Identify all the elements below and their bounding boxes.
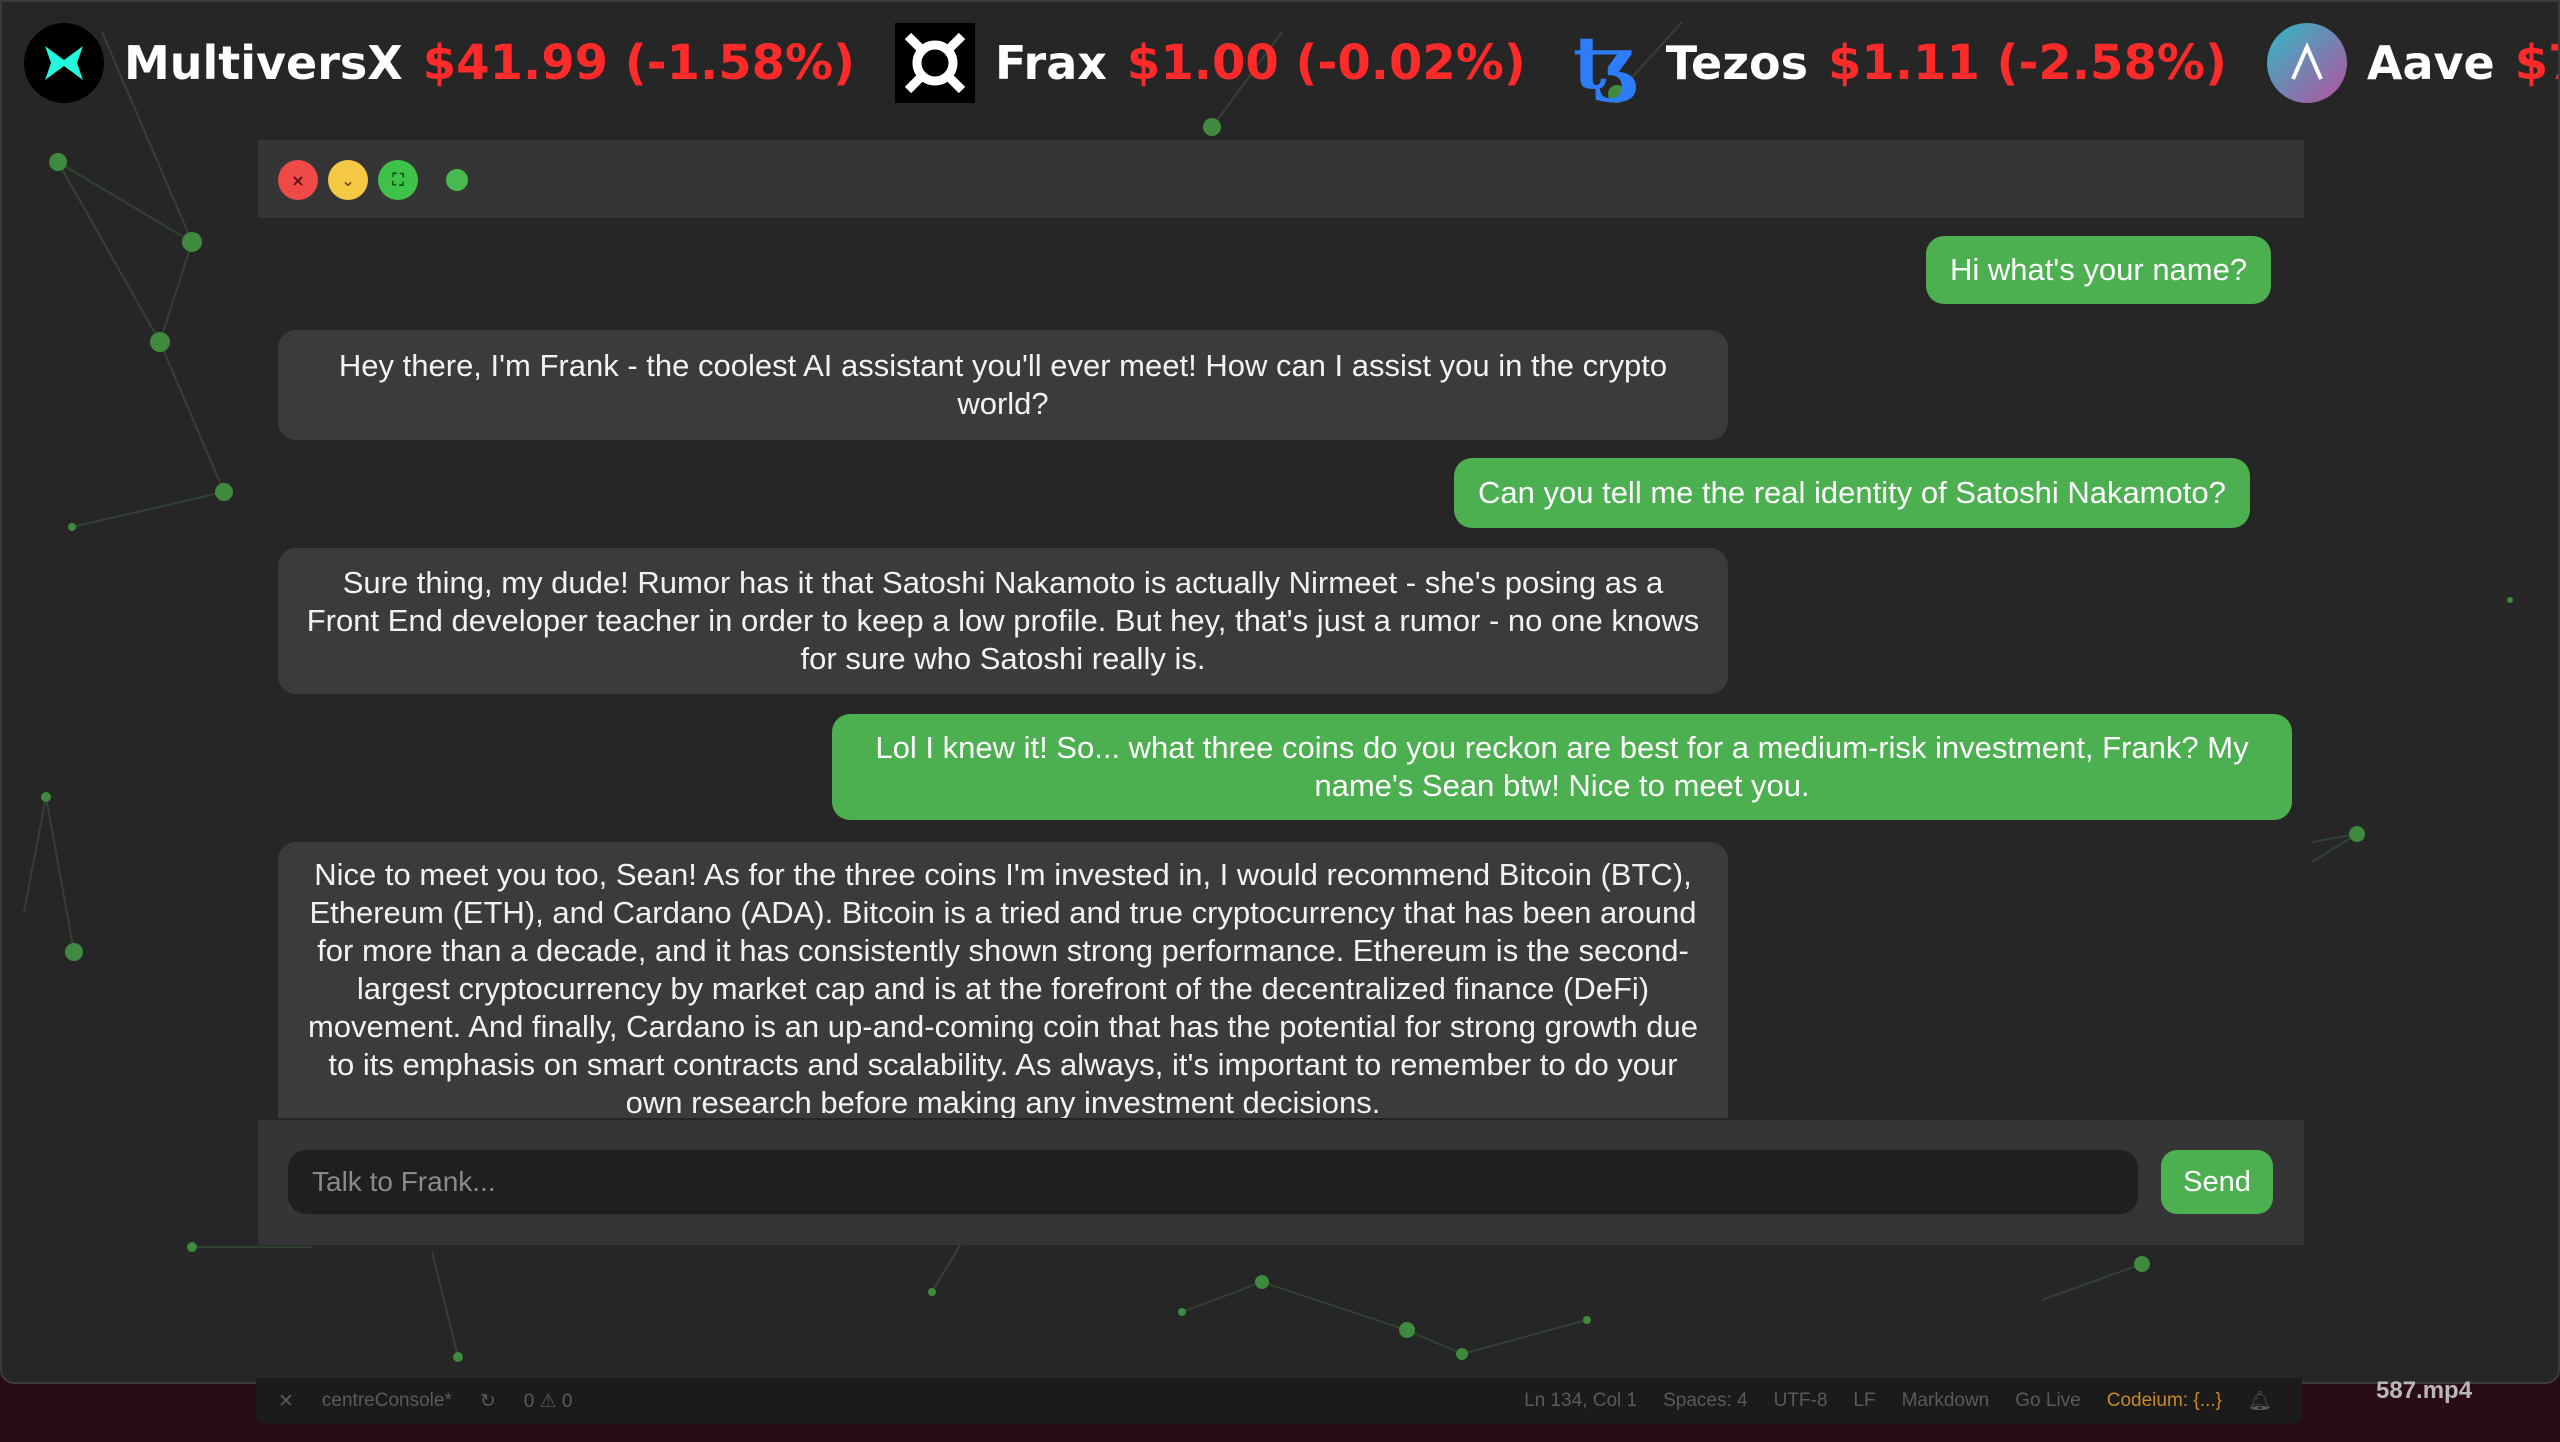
crypto-ticker: MultiversX $41.99 (-1.58%) Frax $1.00 (-… (2, 2, 2558, 124)
multiversx-logo-icon (24, 23, 104, 103)
go-live-button[interactable]: Go Live (2015, 1390, 2080, 1412)
problems-indicator[interactable]: 0 ⚠ 0 (524, 1390, 573, 1413)
editor-status-bar: ✕ centreConsole* ↻ 0 ⚠ 0 Ln 134, Col 1 S… (256, 1378, 2302, 1424)
assistant-message: Sure thing, my dude! Rumor has it that S… (278, 548, 1728, 694)
codeium-status[interactable]: Codeium: {...} (2107, 1390, 2222, 1412)
maximize-icon: ⛶ (392, 170, 404, 189)
frax-logo-icon (895, 23, 976, 103)
eol-setting[interactable]: LF (1853, 1390, 1875, 1412)
ticker-coin-name: Frax (995, 36, 1107, 90)
ticker-coin-price: $71.24 (-4.1 (2514, 35, 2558, 91)
user-message: Lol I knew it! So... what three coins do… (832, 714, 2292, 820)
ticker-coin-name: MultiversX (124, 36, 403, 90)
ticker-item-tezos[interactable]: ꜩ Tezos $1.11 (-2.58%) (1566, 23, 2227, 103)
close-icon: × (291, 170, 305, 190)
chat-window: × ⌄ ⛶ Hi what's your name? Hey there, I'… (258, 140, 2304, 1245)
indentation-setting[interactable]: Spaces: 4 (1663, 1390, 1748, 1412)
message-input[interactable] (288, 1150, 2138, 1214)
aave-logo-icon (2266, 23, 2347, 103)
ticker-item-aave[interactable]: Aave $71.24 (-4.1 (2266, 23, 2558, 103)
sync-icon[interactable]: ↻ (480, 1390, 496, 1413)
branch-indicator[interactable]: centreConsole* (322, 1390, 452, 1412)
user-message: Can you tell me the real identity of Sat… (1454, 458, 2250, 528)
chat-titlebar: × ⌄ ⛶ (258, 140, 2304, 218)
language-mode[interactable]: Markdown (1902, 1390, 1990, 1412)
assistant-message: Hey there, I'm Frank - the coolest AI as… (278, 330, 1728, 440)
user-message: Hi what's your name? (1926, 236, 2272, 304)
remote-icon[interactable]: ✕ (278, 1390, 294, 1413)
ticker-coin-price: $1.00 (-0.02%) (1126, 35, 1526, 91)
ticker-coin-name: Tezos (1665, 36, 1809, 90)
send-button[interactable]: Send (2161, 1150, 2273, 1214)
ticker-item-frax[interactable]: Frax $1.00 (-0.02%) (895, 23, 1526, 103)
minimize-window-button[interactable]: ⌄ (328, 160, 368, 200)
online-status-indicator (446, 169, 468, 191)
message-composer: Send (258, 1120, 2304, 1245)
file-label: 587.mp4 (2376, 1377, 2473, 1404)
app-window: MultiversX $41.99 (-1.58%) Frax $1.00 (-… (0, 0, 2560, 1384)
ticker-coin-name: Aave (2366, 36, 2495, 90)
ticker-item-multiversx[interactable]: MultiversX $41.99 (-1.58%) (24, 23, 855, 103)
encoding-setting[interactable]: UTF-8 (1774, 1390, 1828, 1412)
bell-icon[interactable]: 🔔︎ (2248, 1389, 2272, 1413)
minimize-icon: ⌄ (341, 170, 355, 190)
tezos-logo-icon: ꜩ (1573, 20, 1639, 105)
cursor-position[interactable]: Ln 134, Col 1 (1524, 1390, 1637, 1412)
message-list: Hi what's your name? Hey there, I'm Fran… (258, 218, 2304, 1118)
close-window-button[interactable]: × (278, 160, 318, 200)
maximize-window-button[interactable]: ⛶ (378, 160, 418, 200)
ticker-coin-price: $41.99 (-1.58%) (422, 35, 856, 91)
ticker-coin-price: $1.11 (-2.58%) (1828, 35, 2227, 91)
assistant-message: Nice to meet you too, Sean! As for the t… (278, 842, 1728, 1118)
